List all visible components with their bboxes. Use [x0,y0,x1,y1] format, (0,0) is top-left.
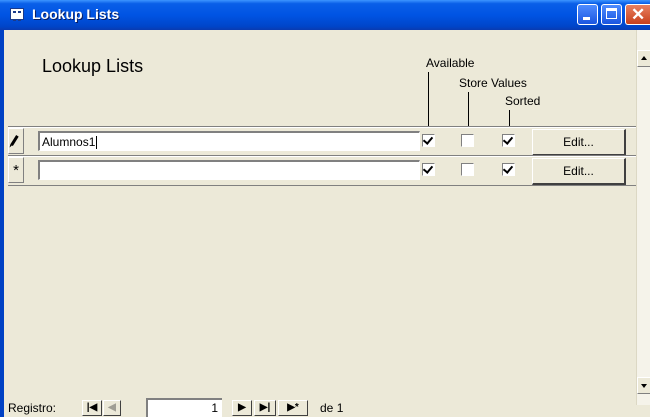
new-sorted-checkbox[interactable] [502,163,515,176]
new-list-name-input[interactable] [38,160,420,180]
arrow-up-icon [641,56,647,60]
available-leader-line [428,72,429,126]
close-button[interactable]: ✕ [625,4,650,25]
current-record-input[interactable]: 1 [146,398,222,417]
header-separator-highlight [8,127,636,128]
new-record-button[interactable]: ▶* [278,400,308,416]
scroll-up-button[interactable] [637,50,650,67]
scroll-down-button[interactable] [637,377,650,394]
store-values-header: Store Values [459,76,527,90]
form-icon[interactable] [10,8,24,21]
list-name-input[interactable]: Alumnos1 [38,131,420,151]
maximize-button[interactable] [601,4,622,25]
store-values-checkbox[interactable] [461,134,474,147]
sorted-leader-line [509,110,510,126]
record-selector-new[interactable]: * [8,157,24,183]
arrow-down-icon [641,384,647,388]
previous-record-button[interactable]: ◀ [103,400,121,416]
available-header: Available [426,56,475,70]
new-available-checkbox[interactable] [422,163,435,176]
vertical-scrollbar[interactable] [636,30,650,405]
title-bar[interactable]: Lookup Lists ✕ [0,0,650,30]
store-values-leader-line [468,92,469,126]
form-body [4,30,636,417]
sorted-checkbox[interactable] [502,134,515,147]
last-record-button[interactable]: ▶| [254,400,276,416]
detail-end-separator [8,185,636,186]
sorted-header: Sorted [505,94,541,108]
window-title: Lookup Lists [32,6,120,22]
record-nav-label: Registro: [8,401,57,415]
record-count: de 1 [320,401,343,415]
text-caret [96,136,98,150]
minimize-button[interactable] [577,4,598,25]
new-edit-button[interactable]: Edit... [532,158,626,185]
record-selector-current[interactable] [8,128,24,154]
list-name-value: Alumnos1 [42,135,96,149]
record-total: 1 [336,401,344,415]
row-separator-highlight [8,156,636,157]
form-title: Lookup Lists [42,56,144,76]
close-icon: ✕ [631,5,646,24]
available-checkbox[interactable] [422,134,435,147]
first-record-button[interactable]: |◀ [82,400,102,416]
edit-button[interactable]: Edit... [532,129,626,156]
next-record-button[interactable]: ▶ [232,400,252,416]
pencil-icon [10,135,19,146]
of-label: de [320,401,334,415]
new-store-values-checkbox[interactable] [461,163,474,176]
